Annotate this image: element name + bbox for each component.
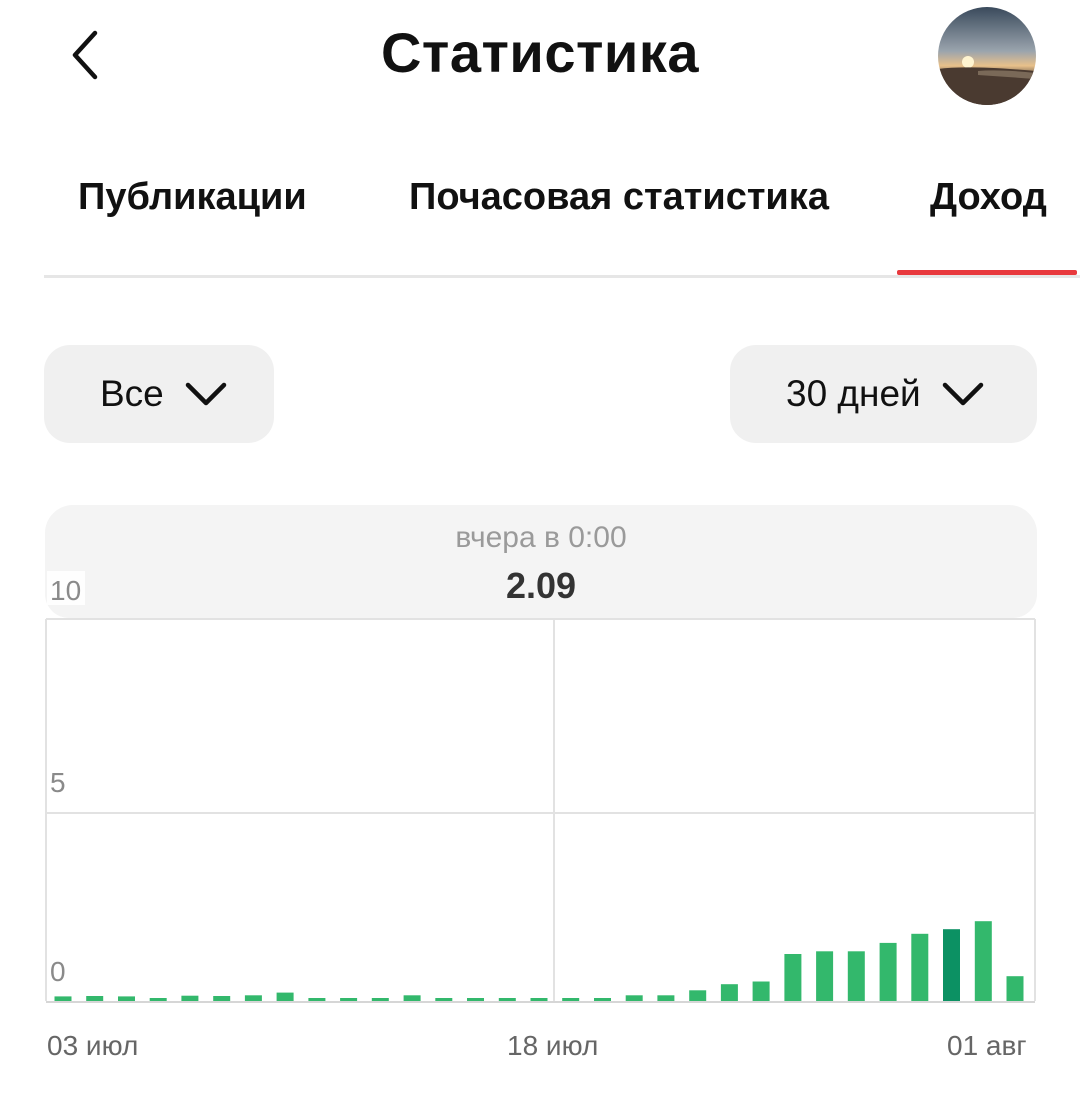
- bar: [435, 998, 453, 1001]
- bar: [594, 998, 611, 1001]
- tab-income[interactable]: Доход: [930, 176, 1047, 219]
- bar: [657, 995, 675, 1001]
- bar: [118, 996, 135, 1001]
- bar: [530, 998, 548, 1001]
- period-filter-dropdown[interactable]: 30 дней: [730, 345, 1037, 443]
- bar: [54, 996, 72, 1001]
- type-filter-value: Все: [100, 373, 164, 414]
- x-tick-label: 01 авг: [947, 1030, 1027, 1061]
- bar: [784, 954, 802, 1001]
- active-tab-indicator: [897, 270, 1077, 275]
- tab-bar: Публикации Почасовая статистика Доход: [0, 160, 1080, 280]
- bar: [149, 998, 167, 1001]
- income-bar-chart[interactable]: 10 5 0: [0, 570, 1080, 1020]
- bar: [720, 984, 738, 1001]
- bar: [625, 995, 643, 1001]
- page-title: Статистика: [380, 21, 700, 84]
- type-filter-dropdown[interactable]: Все: [44, 345, 274, 443]
- y-tick-label: 10: [50, 575, 81, 606]
- bar: [276, 992, 294, 1001]
- bar: [752, 981, 770, 1001]
- bar: [403, 995, 421, 1001]
- bar: [86, 996, 104, 1001]
- tab-publications[interactable]: Публикации: [78, 176, 307, 219]
- avatar[interactable]: [938, 7, 1036, 105]
- bar: [371, 998, 389, 1001]
- bar: [847, 951, 865, 1001]
- x-tick-label: 18 июл: [507, 1030, 599, 1061]
- x-tick-label: 03 июл: [47, 1030, 139, 1061]
- bar: [816, 951, 834, 1001]
- bar: [879, 942, 897, 1001]
- header: Статистика: [0, 0, 1080, 110]
- bar: [213, 996, 231, 1001]
- bar: [974, 921, 992, 1001]
- chevron-down-icon: [941, 381, 985, 407]
- bar: [181, 995, 199, 1001]
- bar: [943, 929, 960, 1001]
- tooltip-time: вчера в 0:00: [455, 521, 627, 554]
- tab-hourly-stats[interactable]: Почасовая статистика: [409, 176, 829, 219]
- bar: [1006, 976, 1024, 1001]
- tabs-divider: [44, 275, 1080, 278]
- bar: [340, 998, 358, 1001]
- y-tick-label: 0: [50, 956, 66, 987]
- bar: [562, 998, 580, 1001]
- bar: [498, 998, 516, 1001]
- bar: [467, 998, 484, 1001]
- bar: [689, 990, 707, 1001]
- bar: [308, 998, 326, 1001]
- chevron-down-icon: [184, 381, 228, 407]
- bar: [244, 995, 262, 1001]
- period-filter-value: 30 дней: [786, 373, 921, 414]
- y-tick-label: 5: [50, 767, 66, 798]
- bar: [911, 933, 929, 1001]
